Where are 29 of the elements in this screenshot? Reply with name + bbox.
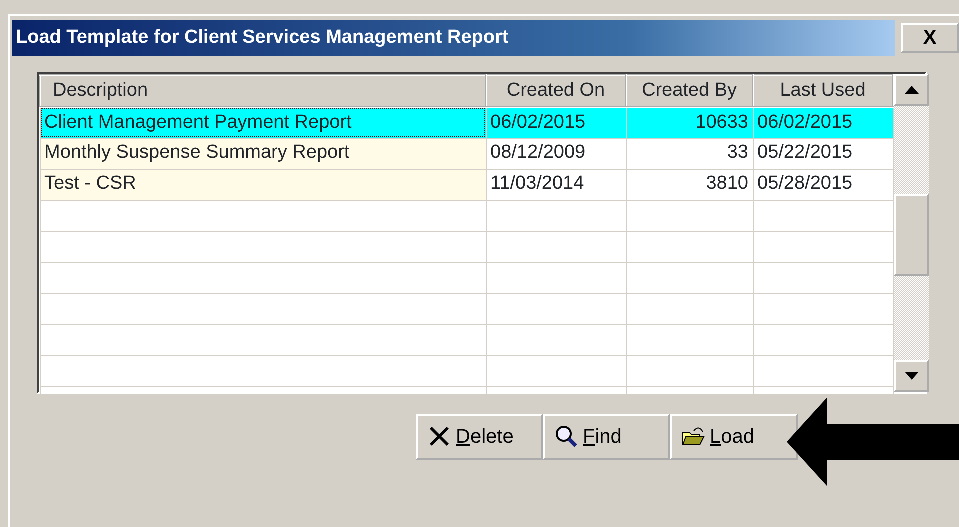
window-title: Load Template for Client Services Management Report xyxy=(12,20,895,56)
column-header[interactable]: Description xyxy=(40,75,486,107)
table-cell: Client Management Payment Report xyxy=(40,107,486,138)
up-arrow-icon xyxy=(904,86,918,94)
delete-button[interactable]: Delete xyxy=(416,414,543,460)
find-button[interactable]: Find xyxy=(543,414,670,460)
scroll-down-button[interactable] xyxy=(894,360,929,392)
column-header[interactable]: Created By xyxy=(626,75,753,107)
x-icon xyxy=(428,425,452,449)
table-cell: Test - CSR xyxy=(40,169,486,200)
down-arrow-icon xyxy=(904,372,918,380)
table-cell: 05/22/2015 xyxy=(753,138,893,169)
table-cell: Monthly Suspense Summary Report xyxy=(40,138,486,169)
scrollbar[interactable] xyxy=(894,74,929,392)
table-cell: 05/28/2015 xyxy=(753,169,893,200)
magnifier-icon xyxy=(555,425,579,449)
column-header[interactable]: Last Used xyxy=(753,75,893,107)
table-cell: 08/12/2009 xyxy=(486,138,626,169)
load-button[interactable]: Load xyxy=(670,414,798,460)
table-cell: 33 xyxy=(626,138,753,169)
table-cell: 3810 xyxy=(626,169,753,200)
table-cell: 10633 xyxy=(626,107,753,138)
scroll-thumb[interactable] xyxy=(894,194,929,276)
table-cell: 11/03/2014 xyxy=(486,169,626,200)
column-header[interactable]: Created On xyxy=(486,75,626,107)
close-button[interactable]: X xyxy=(901,23,959,53)
table-cell: 06/02/2015 xyxy=(486,107,626,138)
table-cell: 06/02/2015 xyxy=(753,107,893,138)
scroll-up-button[interactable] xyxy=(894,74,929,106)
